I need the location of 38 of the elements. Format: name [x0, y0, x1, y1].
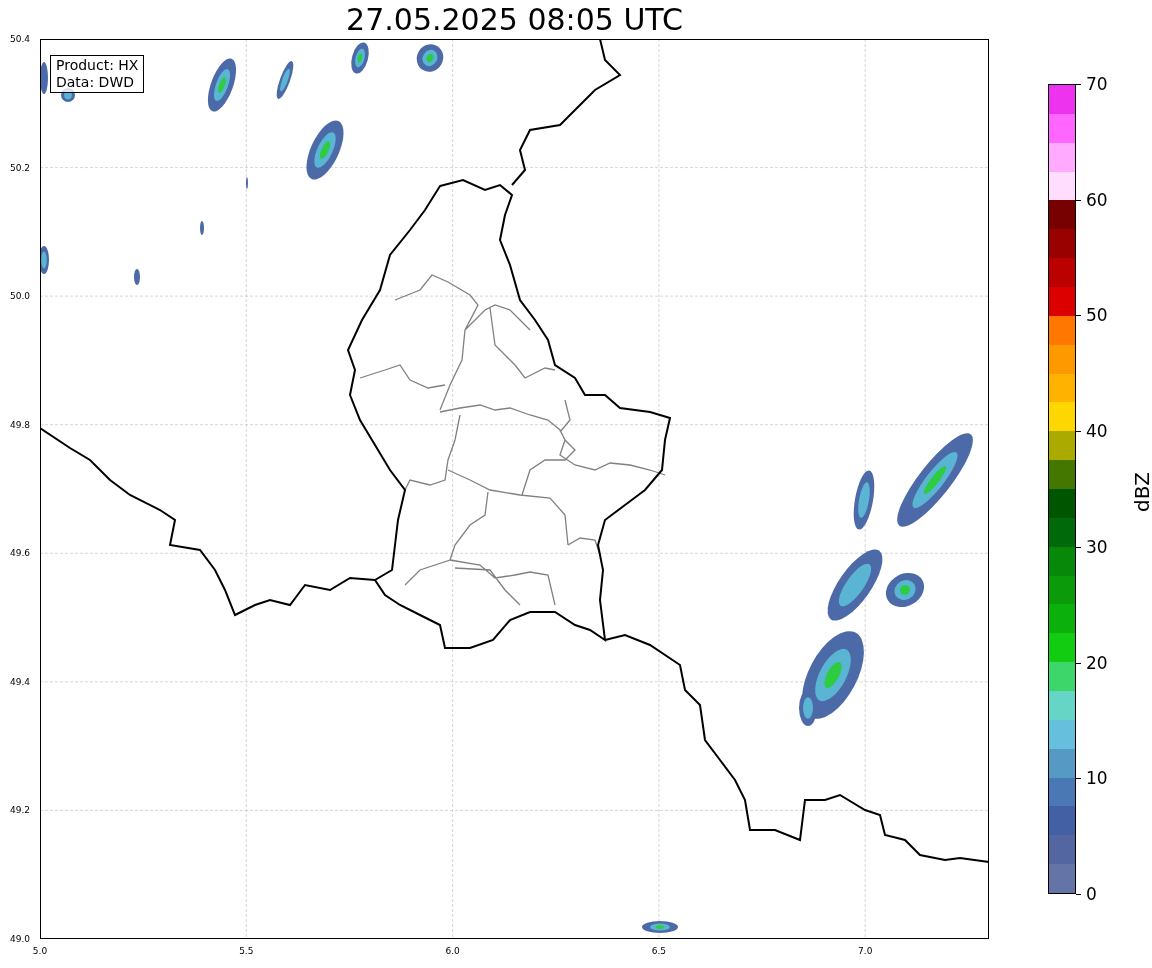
precipitation-echo [351, 42, 369, 74]
info-text: Data: DWD [56, 74, 135, 91]
colorbar-tick-label: 10 [1086, 768, 1108, 789]
precipitation-echo [134, 269, 140, 285]
precipitation-echo [276, 61, 294, 99]
x-axis-tick-label: 5.0 [32, 946, 48, 956]
x-axis-tick-label: 5.5 [239, 946, 254, 956]
info-text: Product: HX [56, 57, 139, 74]
precipitation-echo [306, 120, 344, 180]
y-axis-tick-label: 49.0 [9, 934, 30, 944]
precipitation-echo [827, 549, 883, 621]
precipitation-echo [853, 470, 875, 530]
colorbar-tick-label: 70 [1086, 74, 1108, 94]
x-axis-tick-label: 6.0 [445, 946, 460, 956]
colorbar-tick-label: 30 [1086, 536, 1108, 557]
colorbar-tick-label: 0 [1086, 884, 1097, 904]
y-axis-tick-label: 50.2 [9, 162, 30, 173]
x-axis-tick-label: 6.5 [651, 946, 667, 956]
colorbar-tick-label: 60 [1086, 189, 1108, 210]
colorbar-tick-label: 50 [1086, 305, 1108, 326]
colorbar-tick-label: 20 [1086, 652, 1108, 673]
x-axis-tick-label: 7.0 [858, 946, 873, 956]
y-axis-tick-label: 49.2 [9, 805, 30, 816]
precipitation-echo [200, 221, 204, 235]
y-axis-tick-label: 50.0 [9, 291, 30, 302]
colorbar-label: dBZ [1130, 471, 1152, 513]
precipitation-echo [40, 246, 49, 274]
precipitation-echo [642, 921, 678, 933]
precipitation-echo [40, 62, 48, 94]
y-axis-tick-label: 49.8 [9, 419, 30, 430]
y-axis-tick-label: 50.4 [9, 34, 30, 44]
precipitation-echo [416, 44, 444, 72]
colorbar-tick-label: 40 [1086, 421, 1108, 442]
y-axis-tick-label: 49.6 [9, 548, 30, 559]
y-axis-tick-label: 49.4 [9, 676, 30, 687]
chart-title: 27.05.2025 08:05 UTC [345, 2, 684, 38]
precipitation-echo [885, 572, 925, 608]
precipitation-echo [207, 58, 237, 112]
